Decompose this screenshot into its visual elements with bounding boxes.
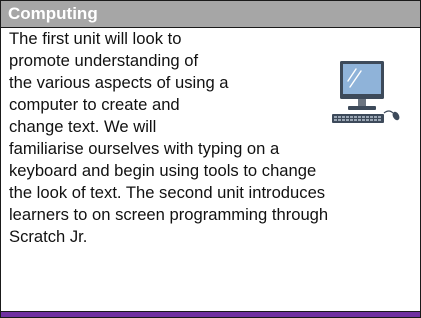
desktop-computer-icon bbox=[332, 61, 400, 123]
computing-panel: Computing The first unit will look to pr… bbox=[0, 0, 421, 318]
body-line: The first unit will look to bbox=[9, 29, 182, 48]
body-line: familiarise ourselves with typing on a bbox=[9, 139, 280, 158]
body-line: computer to create and bbox=[9, 95, 180, 114]
accent-bar bbox=[1, 311, 420, 317]
body-line: change text. We will bbox=[9, 117, 157, 136]
monitor-stand bbox=[358, 99, 366, 107]
body-line: the various aspects of using a bbox=[9, 73, 229, 92]
body-line: keyboard and begin using tools to change bbox=[9, 161, 317, 180]
body-line: promote understanding of bbox=[9, 51, 199, 70]
body-line: Scratch Jr. bbox=[9, 227, 88, 246]
keyboard bbox=[332, 114, 384, 123]
monitor-base bbox=[348, 106, 376, 110]
body-line: the look of text. The second unit introd… bbox=[9, 183, 326, 202]
panel-body: The first unit will look to promote unde… bbox=[9, 28, 329, 248]
panel-header: Computing bbox=[1, 1, 420, 28]
body-line: learners to on screen programming throug… bbox=[9, 205, 329, 224]
panel-title: Computing bbox=[8, 4, 98, 23]
